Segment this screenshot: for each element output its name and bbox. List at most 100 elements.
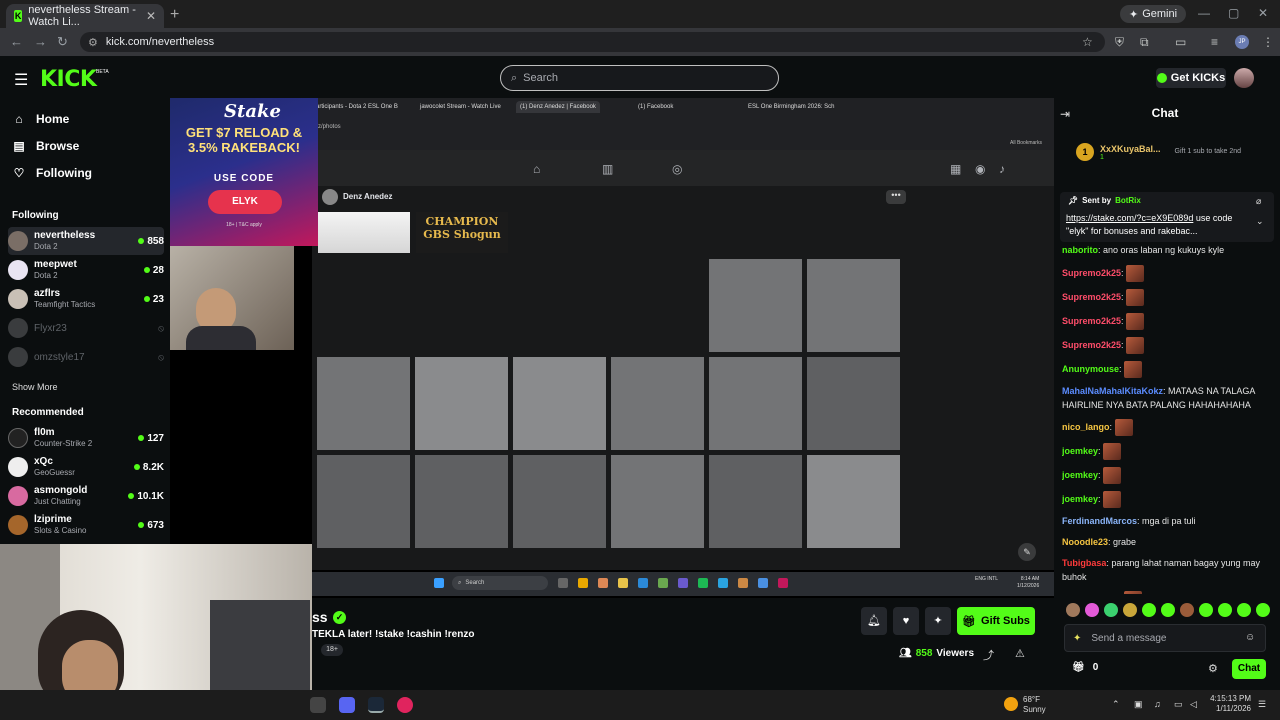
chat-username[interactable]: FerdinandMarcos <box>1062 516 1137 526</box>
emote-icon[interactable] <box>1256 603 1270 617</box>
sidebar-item-following[interactable]: ♡ Following <box>12 166 92 180</box>
steam-taskbar-icon[interactable] <box>368 697 384 713</box>
reload-icon[interactable]: ↻ <box>57 34 68 50</box>
channel-row-flyxr23[interactable]: Flyxr23 ⦸ <box>8 314 164 342</box>
forward-icon[interactable]: → <box>34 34 47 49</box>
emote-icon[interactable] <box>1066 603 1080 617</box>
minimize-button[interactable]: — <box>1198 6 1210 20</box>
report-icon[interactable]: ⚠ <box>1015 647 1025 660</box>
emote-icon[interactable] <box>1180 603 1194 617</box>
volume-icon[interactable]: ◁ <box>1190 699 1197 710</box>
pinned-link[interactable]: https://stake.com/?c=eX9E089d <box>1066 213 1193 223</box>
emote-icon[interactable] <box>1126 289 1145 306</box>
chat-username[interactable]: joemkey <box>1062 446 1098 456</box>
emote-icon[interactable] <box>1123 603 1137 617</box>
gemini-button[interactable]: ✦ Gemini <box>1120 5 1187 23</box>
tab-search-icon[interactable]: ≡ <box>1211 35 1218 49</box>
browser-menu-icon[interactable]: ⋮ <box>1262 35 1274 49</box>
chat-username[interactable]: nico_lango <box>1062 422 1110 432</box>
address-bar[interactable]: ⚙ kick.com/nevertheless <box>80 32 1105 52</box>
chat-settings-gear-icon[interactable]: ⚙ <box>1208 662 1218 675</box>
emote-icon[interactable] <box>1161 603 1175 617</box>
follow-button[interactable]: ♥ <box>893 607 919 635</box>
channel-row-fl0m[interactable]: fl0m Counter-Strike 2 127 <box>8 424 164 452</box>
channel-row-asmongold[interactable]: asmongold Just Chatting 10.1K <box>8 482 164 510</box>
network-icon[interactable]: ▭ <box>1174 699 1183 710</box>
emote-icon[interactable] <box>1126 337 1145 354</box>
back-icon[interactable]: ← <box>10 34 23 49</box>
chat-username[interactable]: naborito <box>1062 245 1098 255</box>
emote-icon[interactable] <box>1103 467 1122 484</box>
emote-icon[interactable] <box>1103 443 1122 460</box>
boost-button[interactable]: ✦ <box>925 607 951 635</box>
channel-row-nevertheless[interactable]: nevertheless Dota 2 858 <box>8 227 164 255</box>
new-tab-button[interactable]: + <box>170 6 179 24</box>
channel-row-lziprime[interactable]: lziprime Slots & Casino 673 <box>8 511 164 539</box>
maximize-button[interactable]: ▢ <box>1228 6 1239 20</box>
emote-icon[interactable] <box>1237 603 1251 617</box>
channel-row-xqc[interactable]: xQc GeoGuessr 8.2K <box>8 453 164 481</box>
search-input[interactable]: ⌕ Search <box>500 65 779 91</box>
emote-icon[interactable] <box>1124 591 1143 594</box>
emote-icon[interactable] <box>1085 603 1099 617</box>
emote-icon[interactable] <box>1142 603 1156 617</box>
mic-icon[interactable]: ♫ <box>1154 699 1161 709</box>
emote-icon[interactable] <box>1199 603 1213 617</box>
tray-overflow-icon[interactable]: ⌃ <box>1112 699 1120 710</box>
chat-username[interactable]: joemkey <box>1062 494 1098 504</box>
share-icon[interactable]: ⤴ <box>983 647 994 663</box>
taskbar-app-icon[interactable] <box>310 697 326 713</box>
system-clock[interactable]: 4:15:13 PM 1/11/2026 <box>1205 694 1251 714</box>
emoji-picker-icon[interactable]: ☺ <box>1245 632 1255 643</box>
sidebar-item-browse[interactable]: ▤ Browse <box>12 139 79 153</box>
media-taskbar-icon[interactable] <box>397 697 413 713</box>
emote-icon[interactable] <box>1126 265 1145 282</box>
shield-extension-icon[interactable]: ⛨ <box>1115 35 1124 50</box>
close-tab-icon[interactable]: ✕ <box>146 9 156 23</box>
chat-username[interactable]: MahalNaMahalKitaKokz <box>1062 386 1163 396</box>
emote-icon[interactable] <box>1218 603 1232 617</box>
collapse-chat-icon[interactable]: ⇥ <box>1060 107 1070 121</box>
weather-sun-icon[interactable] <box>1004 697 1018 711</box>
browser-tab[interactable]: K nevertheless Stream - Watch Li... ✕ <box>6 4 164 28</box>
get-kicks-button[interactable]: Get KICKs <box>1156 68 1226 88</box>
hamburger-menu-icon[interactable]: ☰ <box>14 70 28 90</box>
show-more-link[interactable]: Show More <box>12 382 58 392</box>
cast-icon[interactable]: ▭ <box>1175 35 1186 49</box>
notification-bell-button[interactable]: 🔔︎ <box>861 607 887 635</box>
site-info-icon[interactable]: ⚙ <box>88 36 98 49</box>
extensions-icon[interactable]: ⧉ <box>1140 35 1149 50</box>
chat-message-input[interactable]: ✦ Send a message <box>1064 624 1266 652</box>
chat-username[interactable]: Supremo2k25 <box>1062 316 1121 326</box>
discord-taskbar-icon[interactable] <box>339 697 355 713</box>
chat-username[interactable]: Supremo2k25 <box>1062 292 1121 302</box>
user-avatar[interactable] <box>1234 68 1254 88</box>
weather-widget[interactable]: 68°F Sunny <box>1023 695 1046 715</box>
chat-username[interactable]: joemkey <box>1062 470 1098 480</box>
chat-username[interactable]: Anunymouse <box>1062 364 1119 374</box>
chat-gift-counter[interactable]: 🎁︎ 0 <box>1072 662 1098 673</box>
chevron-down-icon[interactable]: ⌄ <box>1256 216 1264 227</box>
chat-username[interactable]: Supremo2k25 <box>1062 268 1121 278</box>
kick-logo[interactable]: KICK <box>40 67 97 92</box>
chat-username[interactable]: Nooodle23 <box>1062 537 1108 547</box>
chat-username[interactable]: Supremo2k25 <box>1062 340 1121 350</box>
profile-avatar[interactable]: JP <box>1235 35 1249 49</box>
emote-icon[interactable] <box>1126 313 1145 330</box>
channel-row-omzstyle17[interactable]: omzstyle17 ⦸ <box>8 343 164 371</box>
emote-icon[interactable] <box>1114 419 1133 436</box>
sidebar-item-home[interactable]: ⌂ Home <box>12 112 69 126</box>
close-window-button[interactable]: ✕ <box>1258 6 1268 20</box>
top-gifter-bar[interactable]: 1 XxXKuyaBal... 1 Gift 1 sub to take 2nd <box>1062 136 1272 168</box>
bookmark-star-icon[interactable]: ☆ <box>1082 35 1093 49</box>
chat-username[interactable]: Tubigbasa <box>1062 558 1106 568</box>
channel-row-azflrs[interactable]: azflrs Teamfight Tactics 23 <box>8 285 164 313</box>
channel-row-meepwet[interactable]: meepwet Dota 2 28 <box>8 256 164 284</box>
streamer-name[interactable]: ss <box>312 609 328 625</box>
send-chat-button[interactable]: Chat <box>1232 659 1266 679</box>
gift-subs-button[interactable]: 🎁︎ Gift Subs <box>957 607 1035 635</box>
emote-icon[interactable] <box>1124 361 1143 378</box>
emote-icon[interactable] <box>1104 603 1118 617</box>
notifications-icon[interactable]: ☰ <box>1258 699 1266 710</box>
emote-icon[interactable] <box>1103 491 1122 508</box>
